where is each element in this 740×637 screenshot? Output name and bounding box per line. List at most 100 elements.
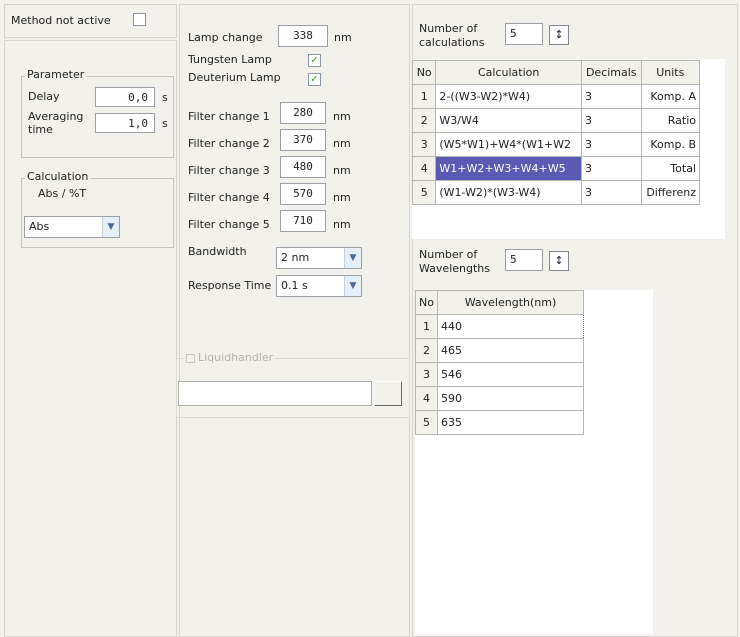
averaging-input[interactable]: 1,0	[95, 113, 155, 133]
tungsten-lamp-checkbox[interactable]: ✓	[308, 54, 321, 67]
col-header-calculation[interactable]: Calculation	[435, 60, 582, 85]
calc-count-apply-icon[interactable]: ↕	[549, 25, 569, 45]
table-row[interactable]: 2 W3/W4 3 Ratio	[411, 108, 701, 133]
row-number[interactable]: 2	[415, 338, 438, 363]
wl-count-apply-icon[interactable]: ↕	[549, 251, 569, 271]
deuterium-lamp-label: Deuterium Lamp	[188, 71, 281, 84]
table-row[interactable]: 1 440	[415, 314, 584, 339]
chevron-down-icon[interactable]: ▼	[102, 217, 119, 237]
wavelength-cell[interactable]: 465	[437, 338, 584, 363]
row-number[interactable]: 1	[415, 314, 438, 339]
filter-change-4-unit: nm	[333, 191, 351, 204]
units-cell[interactable]: Ratio	[640, 108, 701, 133]
calc-count-value: 5	[510, 27, 517, 40]
lamp-change-label: Lamp change	[188, 31, 263, 44]
method-active-checkbox[interactable]	[133, 13, 146, 26]
units-cell[interactable]: Differenz	[640, 180, 701, 205]
row-number[interactable]: 1	[411, 84, 437, 109]
wavelength-cell[interactable]: 635	[437, 410, 584, 435]
calc-count-label-line1: Number of	[419, 22, 478, 35]
col-header-decimals[interactable]: Decimals	[581, 60, 642, 85]
response-time-select[interactable]: 0.1 s ▼	[276, 275, 362, 297]
calculation-cell[interactable]: W3/W4	[435, 108, 582, 133]
delay-unit: s	[162, 91, 168, 104]
filter-change-1-label: Filter change 1	[188, 110, 270, 123]
decimals-cell[interactable]: 3	[581, 84, 642, 109]
calculation-group-title: Calculation	[25, 170, 91, 184]
calculation-cell[interactable]: (W1-W2)*(W3-W4)	[435, 180, 582, 205]
calculation-group-subtitle: Abs / %T	[38, 187, 87, 200]
filter-change-2-input[interactable]: 370	[280, 129, 326, 151]
col-header-wavelength[interactable]: Wavelength(nm)	[437, 290, 584, 315]
liquidhandler-input[interactable]	[178, 381, 372, 406]
parameter-group-title: Parameter	[25, 68, 87, 82]
delay-label: Delay	[28, 90, 60, 103]
units-cell[interactable]: Komp. A	[640, 84, 701, 109]
filter-change-1-input[interactable]: 280	[280, 102, 326, 124]
liquidhandler-browse-button[interactable]	[374, 381, 402, 406]
bandwidth-label: Bandwidth	[188, 245, 247, 258]
decimals-cell[interactable]: 3	[581, 108, 642, 133]
lamp-change-input[interactable]: 338	[278, 25, 328, 47]
abs-transmission-select[interactable]: Abs ▼	[24, 216, 120, 238]
filter-change-2-label: Filter change 2	[188, 137, 270, 150]
row-number[interactable]: 3	[411, 132, 437, 157]
calc-count-input[interactable]: 5	[505, 23, 543, 45]
filter-change-4-label: Filter change 4	[188, 191, 270, 204]
filter-change-2-unit: nm	[333, 137, 351, 150]
col-header-no[interactable]: No	[415, 290, 438, 315]
units-cell[interactable]: Komp. B	[640, 132, 701, 157]
chevron-down-icon[interactable]: ▼	[344, 248, 361, 268]
row-number[interactable]: 5	[415, 410, 438, 435]
method-active-label: Method not active	[11, 14, 111, 27]
table-row[interactable]: 4 590	[415, 386, 584, 411]
delay-input[interactable]: 0,0	[95, 87, 155, 107]
wavelength-cell[interactable]: 546	[437, 362, 584, 387]
row-number[interactable]: 5	[411, 180, 437, 205]
filter-change-5-label: Filter change 5	[188, 218, 270, 231]
wavelengths-table: No Wavelength(nm) 1 440 2 465 3 546 4 59…	[415, 290, 584, 435]
wl-count-label-line1: Number of	[419, 248, 478, 261]
chevron-down-icon[interactable]: ▼	[344, 276, 361, 296]
row-number[interactable]: 4	[415, 386, 438, 411]
calculation-cell[interactable]: W1+W2+W3+W4+W5	[435, 156, 582, 181]
response-time-value: 0.1 s	[281, 279, 308, 292]
abs-transmission-value: Abs	[29, 220, 50, 233]
wavelength-cell[interactable]: 590	[437, 386, 584, 411]
liquidhandler-checkbox[interactable]	[186, 353, 195, 363]
bandwidth-select[interactable]: 2 nm ▼	[276, 247, 362, 269]
decimals-cell[interactable]: 3	[581, 132, 642, 157]
averaging-unit: s	[162, 117, 168, 130]
filter-change-3-input[interactable]: 480	[280, 156, 326, 178]
col-header-units[interactable]: Units	[640, 60, 701, 85]
averaging-label-line1: Averaging	[28, 110, 84, 123]
averaging-label-line2: time	[28, 123, 53, 136]
col-header-no[interactable]: No	[411, 60, 437, 85]
filter-change-5-input[interactable]: 710	[280, 210, 326, 232]
table-row[interactable]: 5 (W1-W2)*(W3-W4) 3 Differenz	[411, 180, 701, 205]
calculations-header-row: No Calculation Decimals Units	[411, 60, 701, 85]
units-cell[interactable]: Total	[640, 156, 701, 181]
calc-count-label-line2: calculations	[419, 36, 485, 49]
table-row[interactable]: 3 (W5*W1)+W4*(W1+W2 3 Komp. B	[411, 132, 701, 157]
wl-count-input[interactable]: 5	[505, 249, 543, 271]
table-row[interactable]: 3 546	[415, 362, 584, 387]
calculation-cell[interactable]: (W5*W1)+W4*(W1+W2	[435, 132, 582, 157]
table-row[interactable]: 1 2-((W3-W2)*W4) 3 Komp. A	[411, 84, 701, 109]
wavelengths-header-row: No Wavelength(nm)	[415, 290, 584, 315]
decimals-cell[interactable]: 3	[581, 156, 642, 181]
row-number[interactable]: 2	[411, 108, 437, 133]
calculation-cell[interactable]: 2-((W3-W2)*W4)	[435, 84, 582, 109]
deuterium-lamp-checkbox[interactable]: ✓	[308, 73, 321, 86]
row-number[interactable]: 4	[411, 156, 437, 181]
wl-count-label-line2: Wavelengths	[419, 262, 490, 275]
row-number[interactable]: 3	[415, 362, 438, 387]
filter-change-4-input[interactable]: 570	[280, 183, 326, 205]
decimals-cell[interactable]: 3	[581, 180, 642, 205]
table-row-selected[interactable]: 4 W1+W2+W3+W4+W5 3 Total	[411, 156, 701, 181]
lamp-change-unit: nm	[334, 31, 352, 44]
wavelength-cell[interactable]: 440	[437, 314, 584, 339]
table-row[interactable]: 5 635	[415, 410, 584, 435]
table-row[interactable]: 2 465	[415, 338, 584, 363]
liquidhandler-label: Liquidhandler	[198, 351, 274, 364]
